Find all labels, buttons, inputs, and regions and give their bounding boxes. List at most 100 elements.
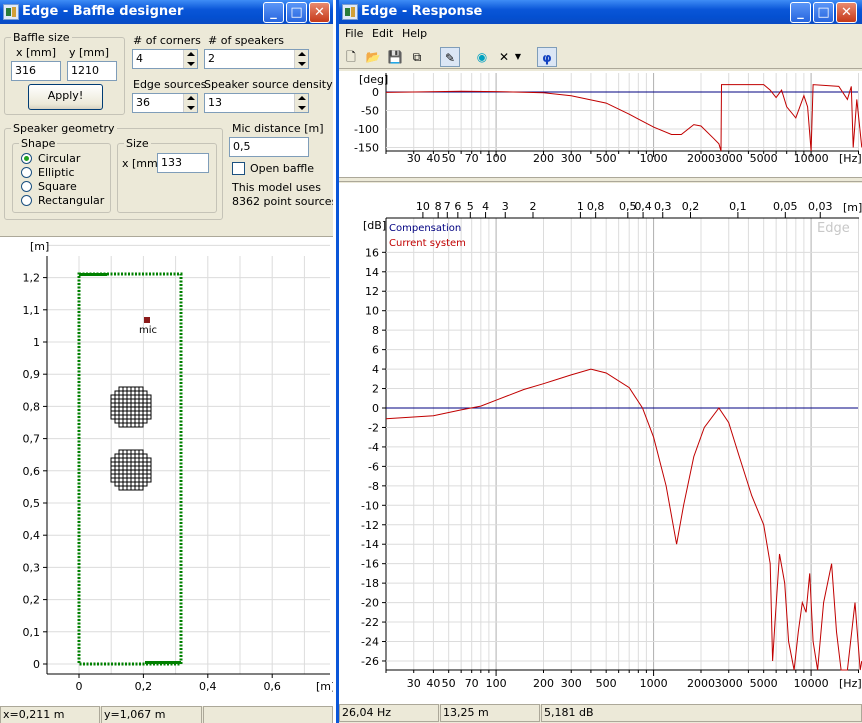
spinner-arrows-icon[interactable] bbox=[294, 50, 308, 68]
maximize-icon[interactable]: □ bbox=[286, 2, 307, 23]
baffle-x-unit: [m] bbox=[316, 680, 333, 693]
magnitude-y-tick-label: 0 bbox=[372, 402, 379, 415]
phase-y-tick-label: -150 bbox=[354, 142, 379, 155]
magnitude-y-tick-label: -24 bbox=[361, 636, 379, 649]
maximize-icon[interactable]: □ bbox=[813, 2, 834, 23]
status-frequency: 26,04 Hz bbox=[339, 704, 439, 722]
status-x: x=0,211 m bbox=[0, 706, 100, 723]
spinner-arrows-icon[interactable] bbox=[294, 94, 308, 112]
app-icon bbox=[342, 4, 358, 20]
phase-plot[interactable]: 0 -50 -100 -150 30 40 50 70 100 200 300 500 1000 200… bbox=[339, 71, 862, 177]
shape-rectangular-radio[interactable] bbox=[21, 195, 32, 206]
baffle-y-unit: [m] bbox=[30, 240, 49, 253]
close-icon[interactable]: ✕ bbox=[309, 2, 330, 23]
status-level: 5,181 dB bbox=[541, 704, 862, 722]
x-tick-label: 1000 bbox=[640, 677, 668, 690]
y-tick-label: 0,7 bbox=[23, 433, 41, 446]
magnitude-y-tick-label: 8 bbox=[372, 324, 379, 337]
wavelength-tick-label: 10 bbox=[416, 200, 430, 213]
magnitude-y-tick-label: 14 bbox=[365, 266, 379, 279]
speaker-icon[interactable]: ◉ bbox=[472, 47, 492, 67]
shape-elliptic-radio[interactable] bbox=[21, 167, 32, 178]
y-tick-label: 0,2 bbox=[23, 594, 41, 607]
corners-label: # of corners bbox=[133, 34, 201, 47]
x-tick-label: 200 bbox=[533, 677, 554, 690]
phase-y-tick-label: 0 bbox=[372, 86, 379, 99]
baffle-y-label: y [mm] bbox=[69, 46, 110, 59]
mic-label: mic bbox=[139, 325, 157, 336]
corners-value: 4 bbox=[136, 52, 143, 65]
menu-edit[interactable]: Edit bbox=[372, 27, 393, 40]
size-x-input[interactable]: 133 bbox=[157, 153, 209, 173]
response-window: Edge - Response _ □ ✕ File Edit Help 🗋 📂… bbox=[336, 0, 862, 723]
menu-bar: File Edit Help bbox=[339, 24, 862, 44]
x-tick-label: 0,4 bbox=[199, 680, 217, 693]
wavelength-tick-label: 0,4 bbox=[634, 200, 652, 213]
shape-label: Shape bbox=[19, 137, 58, 150]
response-title-bar[interactable]: Edge - Response _ □ ✕ bbox=[339, 0, 862, 24]
x-tick-label: 5000 bbox=[750, 152, 778, 165]
y-tick-label: 0,8 bbox=[23, 400, 41, 413]
corners-spinner[interactable]: 4 bbox=[132, 49, 198, 69]
magnitude-plot[interactable]: 1614121086420-2-4-6-8-10-12-14-16-18-20-… bbox=[339, 183, 862, 704]
new-icon[interactable]: 🗋 bbox=[341, 47, 361, 67]
shape-square-label: Square bbox=[38, 180, 77, 193]
baffle-title-bar[interactable]: Edge - Baffle designer _ □ ✕ bbox=[0, 0, 333, 24]
magnitude-y-tick-label: -8 bbox=[368, 480, 379, 493]
delete-icon[interactable]: ✕ bbox=[494, 47, 514, 67]
app-icon bbox=[3, 4, 19, 20]
minimize-icon[interactable]: _ bbox=[263, 2, 284, 23]
spinner-arrows-icon[interactable] bbox=[183, 50, 197, 68]
open-baffle-checkbox[interactable] bbox=[232, 162, 245, 175]
speakers-value: 2 bbox=[208, 52, 215, 65]
x-tick-label: 0 bbox=[76, 680, 83, 693]
x-tick-label: 50 bbox=[442, 677, 456, 690]
mic-distance-input[interactable]: 0,5 bbox=[229, 137, 309, 157]
spinner-arrows-icon[interactable] bbox=[183, 94, 197, 112]
menu-help[interactable]: Help bbox=[402, 27, 427, 40]
magnitude-y-tick-label: -2 bbox=[368, 421, 379, 434]
close-icon[interactable]: ✕ bbox=[836, 2, 857, 23]
shape-square-radio[interactable] bbox=[21, 181, 32, 192]
copy-icon[interactable]: ⧉ bbox=[407, 47, 427, 67]
baffle-x-input[interactable]: 316 bbox=[11, 61, 61, 81]
shape-circular-radio[interactable] bbox=[21, 153, 32, 164]
baffle-plot[interactable]: 1,2 1,1 1 0,9 0,8 0,7 0,6 0,5 0,4 0,3 0,2 0,1 0 0 0,2… bbox=[0, 236, 333, 706]
magnitude-y-tick-label: -4 bbox=[368, 441, 379, 454]
pencil-icon[interactable]: ✎ bbox=[440, 47, 460, 67]
wavelength-tick-label: 7 bbox=[444, 200, 451, 213]
density-value: 13 bbox=[208, 96, 222, 109]
shape-elliptic-label: Elliptic bbox=[38, 166, 75, 179]
y-tick-label: 1,2 bbox=[23, 272, 41, 285]
save-icon[interactable]: 💾 bbox=[385, 47, 405, 67]
dropdown-icon[interactable]: ▼ bbox=[513, 47, 523, 67]
y-tick-label: 1 bbox=[33, 336, 40, 349]
edge-sources-spinner[interactable]: 36 bbox=[132, 93, 198, 113]
baffle-size-label: Baffle size bbox=[11, 31, 72, 44]
speakers-spinner[interactable]: 2 bbox=[204, 49, 309, 69]
x-tick-label: 3000 bbox=[715, 677, 743, 690]
apply-button[interactable]: Apply! bbox=[28, 84, 103, 110]
baffle-designer-window: Edge - Baffle designer _ □ ✕ Baffle size… bbox=[0, 0, 333, 723]
baffle-edge-segment bbox=[145, 661, 181, 664]
splitter[interactable] bbox=[339, 177, 862, 182]
wavelength-tick-label: 0,2 bbox=[682, 200, 700, 213]
density-spinner[interactable]: 13 bbox=[204, 93, 309, 113]
y-tick-label: 0,3 bbox=[23, 561, 41, 574]
open-icon[interactable]: 📂 bbox=[363, 47, 383, 67]
phi-icon[interactable]: φ bbox=[537, 47, 557, 67]
x-tick-label: 5000 bbox=[750, 677, 778, 690]
magnitude-y-tick-label: -20 bbox=[361, 597, 379, 610]
magnitude-y-tick-label: -22 bbox=[361, 616, 379, 629]
y-tick-label: 0,9 bbox=[23, 368, 41, 381]
menu-file[interactable]: File bbox=[345, 27, 363, 40]
x-tick-label: 70 bbox=[465, 152, 479, 165]
wavelength-tick-label: 0,3 bbox=[654, 200, 672, 213]
x-tick-label: 2000 bbox=[687, 677, 715, 690]
baffle-y-input[interactable]: 1210 bbox=[67, 61, 117, 81]
mic-marker[interactable] bbox=[144, 317, 150, 323]
x-tick-label: 1000 bbox=[640, 152, 668, 165]
x-tick-label: 40 bbox=[426, 152, 440, 165]
minimize-icon[interactable]: _ bbox=[790, 2, 811, 23]
phase-y-tick-label: -50 bbox=[361, 105, 379, 118]
